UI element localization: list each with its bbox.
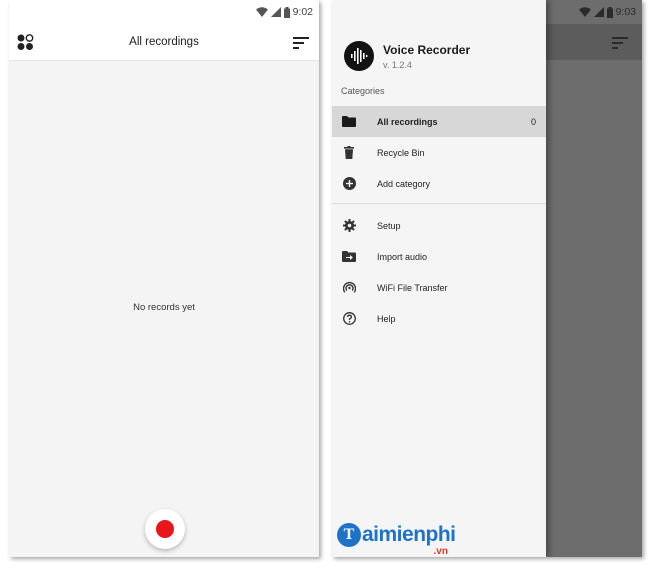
navigation-drawer: Voice Recorder v. 1.2.4 Categories All r… bbox=[332, 0, 546, 557]
menu-item-setup[interactable]: Setup bbox=[332, 210, 546, 241]
watermark-badge: T bbox=[337, 523, 361, 547]
trash-icon bbox=[342, 146, 356, 160]
help-icon bbox=[342, 312, 356, 326]
app-version: v. 1.2.4 bbox=[383, 59, 412, 70]
empty-state-message: No records yet bbox=[133, 302, 195, 313]
menu-item-all-recordings[interactable]: All recordings 0 bbox=[332, 106, 546, 137]
wifi-transfer-icon bbox=[342, 281, 356, 295]
wifi-icon bbox=[255, 7, 268, 17]
menu-item-label: Recycle Bin bbox=[377, 147, 425, 158]
menu-item-label: Import audio bbox=[377, 251, 428, 262]
main-screen: 9:02 All recordings No records yet bbox=[9, 0, 319, 557]
import-folder-icon bbox=[342, 250, 356, 264]
battery-icon bbox=[283, 6, 290, 18]
menu-divider bbox=[332, 203, 546, 204]
app-name: Voice Recorder bbox=[383, 42, 471, 57]
menu-item-wifi-transfer[interactable]: WiFi File Transfer bbox=[332, 272, 546, 303]
recordings-count-badge: 0 bbox=[530, 116, 536, 127]
status-bar: 9:02 bbox=[9, 0, 319, 24]
page-title: All recordings bbox=[129, 36, 199, 48]
menu-item-label: Help bbox=[377, 313, 396, 324]
watermark-brand: aimienphi bbox=[362, 523, 456, 546]
watermark-logo: T aimienphi .vn bbox=[337, 523, 456, 557]
battery-icon bbox=[606, 6, 613, 18]
menu-item-recycle-bin[interactable]: Recycle Bin bbox=[332, 137, 546, 168]
status-time: 9:02 bbox=[292, 6, 313, 18]
status-time: 9:03 bbox=[615, 6, 636, 18]
menu-item-import-audio[interactable]: Import audio bbox=[332, 241, 546, 272]
app-logo-icon bbox=[344, 41, 374, 71]
drawer-menu: All recordings 0 Recycle Bin Add categor… bbox=[332, 106, 546, 334]
sort-icon bbox=[612, 36, 628, 54]
categories-menu-icon[interactable] bbox=[17, 34, 34, 56]
wifi-icon bbox=[578, 7, 591, 17]
record-button[interactable] bbox=[145, 509, 185, 549]
menu-item-label: Add category bbox=[377, 178, 431, 189]
menu-item-label: Setup bbox=[377, 220, 401, 231]
signal-icon bbox=[593, 7, 604, 17]
signal-icon bbox=[270, 7, 281, 17]
app-bar: All recordings bbox=[9, 24, 319, 61]
drawer-screen: 9:03 Voice Recorder v. 1.2.4 Categories bbox=[332, 0, 642, 557]
menu-item-add-category[interactable]: Add category bbox=[332, 168, 546, 199]
section-label: Categories bbox=[341, 86, 385, 96]
record-icon bbox=[156, 520, 174, 538]
folder-icon bbox=[342, 115, 356, 129]
menu-item-help[interactable]: Help bbox=[332, 303, 546, 334]
watermark-suffix: .vn bbox=[433, 546, 448, 557]
sort-icon[interactable] bbox=[293, 36, 309, 54]
drawer-header: Voice Recorder v. 1.2.4 bbox=[344, 38, 470, 74]
gear-icon bbox=[342, 219, 356, 233]
add-circle-icon bbox=[342, 177, 356, 191]
menu-item-label: WiFi File Transfer bbox=[377, 282, 448, 293]
menu-item-label: All recordings bbox=[377, 116, 438, 127]
